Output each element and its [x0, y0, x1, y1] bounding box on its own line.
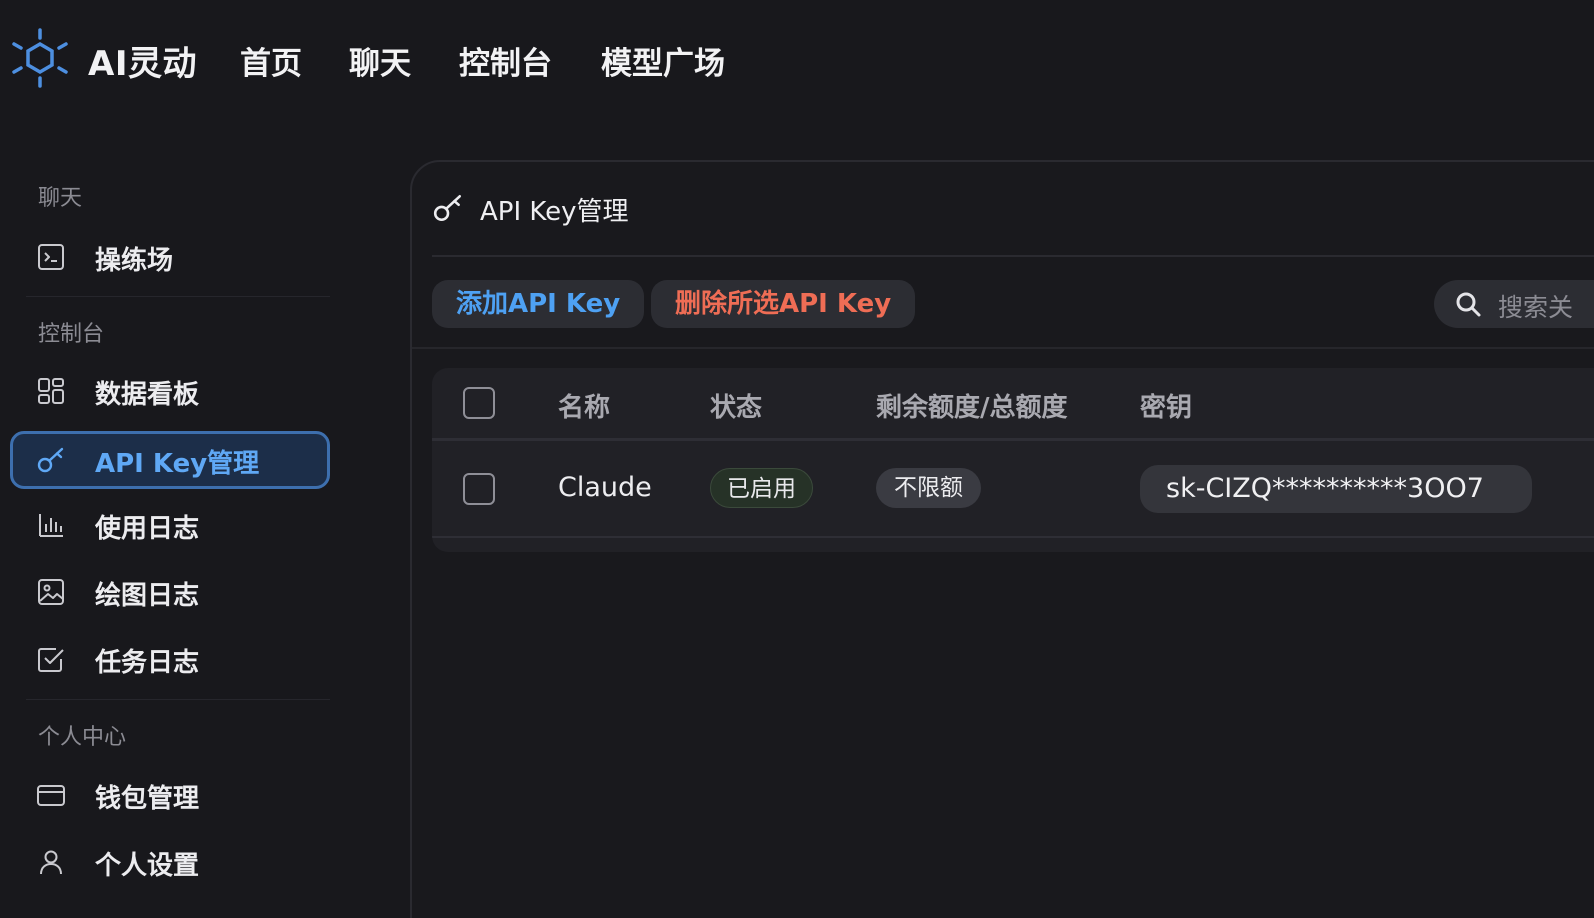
section-label-chat: 聊天 [38, 186, 83, 211]
nav-model-square[interactable]: 模型广场 [601, 38, 725, 83]
user-icon [40, 850, 62, 875]
sidebar-item-playground[interactable]: 操练场 [10, 228, 330, 286]
credit-card-icon [37, 785, 65, 806]
api-key-table: 名称 状态 剩余额度/总额度 密钥 Claude 已启用 不限额 sk-CIZQ… [432, 368, 1594, 552]
sun-logo-icon[interactable] [10, 28, 70, 88]
api-key-panel: API Key管理 添加API Key 删除所选API Key 搜索关 名称 状… [410, 160, 1594, 918]
secret-key-field[interactable]: sk-CIZQ**********3OO7 [1140, 465, 1532, 513]
column-header-name[interactable]: 名称 [558, 387, 610, 424]
search-input[interactable]: 搜索关 [1434, 280, 1594, 328]
sidebar-item-wallet[interactable]: 钱包管理 [10, 766, 330, 824]
section-label-console: 控制台 [38, 322, 105, 347]
sidebar-item-drawing-log[interactable]: 绘图日志 [10, 563, 330, 621]
nav-console[interactable]: 控制台 [459, 38, 552, 83]
search-placeholder: 搜索关 [1498, 293, 1574, 322]
sidebar-item-label: API Key管理 [95, 449, 260, 479]
sidebar-divider [26, 699, 330, 700]
sidebar-item-label: 使用日志 [95, 514, 200, 544]
app-root: AI灵动 首页 聊天 控制台 模型广场 聊天 操练场 控制台 数据看板 API … [0, 0, 1594, 918]
sidebar-divider [26, 296, 330, 297]
delete-selected-button[interactable]: 删除所选API Key [651, 280, 916, 328]
sidebar-item-api-key[interactable]: API Key管理 [10, 431, 330, 489]
sidebar-item-label: 操练场 [95, 246, 174, 276]
row-divider [432, 536, 1594, 538]
sidebar-item-label: 任务日志 [95, 648, 200, 678]
add-api-key-button[interactable]: 添加API Key [432, 280, 645, 328]
search-icon [1456, 292, 1481, 317]
sidebar-item-task-log[interactable]: 任务日志 [10, 630, 330, 688]
sidebar-item-dashboard[interactable]: 数据看板 [10, 362, 330, 420]
brand-name[interactable]: AI灵动 [88, 36, 197, 85]
sidebar-item-usage-log[interactable]: 使用日志 [10, 496, 330, 554]
sidebar-item-settings[interactable]: 个人设置 [10, 833, 330, 891]
select-all-checkbox[interactable] [463, 387, 495, 419]
checkbox-icon [38, 648, 64, 672]
sidebar-item-label: 绘图日志 [95, 581, 200, 611]
table-header: 名称 状态 剩余额度/总额度 密钥 [432, 368, 1594, 440]
image-icon [38, 579, 64, 605]
bar-chart-icon [39, 514, 63, 537]
toolbar-divider [412, 347, 1594, 349]
sidebar: 聊天 操练场 控制台 数据看板 API Key管理 使用日志 绘图日志 任务日志… [0, 150, 340, 918]
header-divider [432, 255, 1594, 257]
column-header-status[interactable]: 状态 [710, 387, 762, 424]
top-bar: AI灵动 首页 聊天 控制台 模型广场 [0, 0, 1594, 120]
section-label-personal: 个人中心 [38, 725, 127, 750]
key-name: Claude [558, 472, 652, 503]
nav-home[interactable]: 首页 [240, 38, 302, 83]
terminal-icon [38, 244, 64, 270]
sidebar-item-label: 数据看板 [95, 380, 200, 410]
row-checkbox[interactable] [463, 473, 495, 505]
quota-badge: 不限额 [876, 468, 981, 508]
key-icon [37, 447, 64, 473]
dashboard-grid-icon [38, 378, 64, 404]
table-row: Claude 已启用 不限额 sk-CIZQ**********3OO7 [432, 441, 1594, 537]
panel-header: API Key管理 [412, 162, 1594, 254]
column-header-quota[interactable]: 剩余额度/总额度 [876, 387, 1068, 424]
sidebar-item-label: 钱包管理 [95, 784, 200, 814]
page-title: API Key管理 [480, 197, 629, 227]
status-badge: 已启用 [710, 468, 813, 508]
column-header-key[interactable]: 密钥 [1140, 387, 1192, 424]
sidebar-item-label: 个人设置 [95, 851, 200, 881]
nav-chat[interactable]: 聊天 [349, 38, 411, 83]
key-icon [433, 194, 462, 222]
